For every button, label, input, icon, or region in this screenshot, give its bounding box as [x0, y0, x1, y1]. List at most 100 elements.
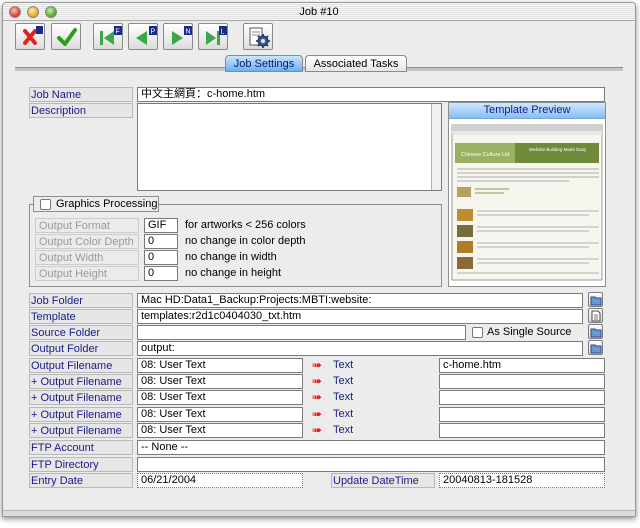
- window-close-button[interactable]: [9, 6, 21, 18]
- extra-output-filename-label: + Output Filename: [29, 423, 133, 438]
- job-folder-label: Job Folder: [29, 293, 133, 308]
- source-folder-label: Source Folder: [29, 325, 133, 340]
- preview-slogan: Website Building Made Easy: [529, 147, 587, 152]
- output-height-note: no change in height: [185, 267, 282, 279]
- single-source-label: As Single Source: [487, 326, 572, 338]
- tab-job-settings[interactable]: Job Settings: [225, 55, 303, 72]
- next-record-button[interactable]: N: [163, 23, 193, 50]
- template-preview-thumbnail[interactable]: Chinese Culture Ltd Website Building Mad…: [449, 119, 605, 286]
- output-color-depth-field[interactable]: 0: [144, 234, 178, 249]
- output-format-field[interactable]: GIF: [144, 218, 178, 233]
- arrow-right-icon: ➠: [311, 423, 323, 437]
- arrow-right-icon: ➠: [311, 358, 323, 372]
- job-window: Job #10 F P N L Job Settings Associated …: [2, 2, 636, 517]
- update-datetime-field: 20040813-181528: [439, 473, 605, 488]
- ftp-account-label: FTP Account: [29, 440, 133, 455]
- output-width-field[interactable]: 0: [144, 250, 178, 265]
- folder-icon: [590, 344, 602, 354]
- document-gear-icon: [249, 27, 270, 48]
- template-browse-button[interactable]: [588, 308, 603, 323]
- extra-output-filename-kind: Text: [333, 408, 354, 420]
- preview-site-name: Chinese Culture Ltd: [461, 152, 510, 158]
- ftp-directory-label: FTP Directory: [29, 457, 133, 472]
- previous-record-icon: P: [136, 26, 157, 45]
- extra-output-filename-value[interactable]: [439, 390, 605, 405]
- extra-output-filename-kind: Text: [333, 375, 354, 387]
- description-scrollbar[interactable]: [431, 104, 441, 190]
- confirm-button[interactable]: [51, 23, 81, 50]
- job-name-label: Job Name: [29, 87, 133, 102]
- output-filename-label: Output Filename: [29, 358, 133, 373]
- arrow-right-icon: ➠: [311, 407, 323, 421]
- output-width-label: Output Width: [35, 250, 139, 265]
- ftp-account-field[interactable]: -- None --: [137, 440, 605, 455]
- extra-output-filename-type[interactable]: 08: User Text: [137, 374, 303, 389]
- job-folder-field[interactable]: Mac HD:Data1_Backup:Projects:MBTI:websit…: [137, 293, 583, 308]
- checkmark-icon: [57, 28, 77, 46]
- output-folder-label: Output Folder: [29, 341, 133, 356]
- last-badge: L: [221, 29, 225, 36]
- extra-output-filename-value[interactable]: [439, 374, 605, 389]
- template-label: Template: [29, 309, 133, 324]
- output-folder-browse-button[interactable]: [588, 340, 603, 355]
- source-folder-browse-button[interactable]: [588, 324, 603, 339]
- graphics-processing-checkbox[interactable]: [40, 199, 51, 210]
- window-title: Job #10: [299, 6, 339, 18]
- extra-output-filename-kind: Text: [333, 391, 354, 403]
- cancel-x-icon: [23, 26, 43, 45]
- source-folder-field[interactable]: [137, 325, 466, 340]
- extra-output-filename-value[interactable]: [439, 423, 605, 438]
- window-zoom-button[interactable]: [45, 6, 57, 18]
- first-record-button[interactable]: F: [93, 23, 123, 50]
- extra-output-filename-label: + Output Filename: [29, 390, 133, 405]
- folder-icon: [590, 296, 602, 306]
- title-bar: Job #10: [3, 3, 635, 21]
- folder-icon: [590, 328, 602, 338]
- single-source-checkbox[interactable]: [472, 327, 483, 338]
- previous-record-button[interactable]: P: [128, 23, 158, 50]
- window-bottom-edge: [3, 510, 635, 516]
- output-filename-value[interactable]: c-home.htm: [439, 358, 605, 373]
- window-minimize-button[interactable]: [27, 6, 39, 18]
- extra-output-filename-type[interactable]: 08: User Text: [137, 407, 303, 422]
- document-icon: [591, 310, 601, 322]
- description-field[interactable]: [137, 103, 442, 191]
- template-field[interactable]: templates:r2d1c0404030_txt.htm: [137, 309, 583, 324]
- extra-output-filename-type[interactable]: 08: User Text: [137, 423, 303, 438]
- template-preview-panel: Template Preview Chinese Culture Ltd Web…: [448, 102, 606, 287]
- output-color-depth-label: Output Color Depth: [35, 234, 139, 249]
- entry-date-label: Entry Date: [29, 473, 133, 488]
- last-record-button[interactable]: L: [198, 23, 228, 50]
- job-folder-browse-button[interactable]: [588, 292, 603, 307]
- output-format-label: Output Format: [35, 218, 139, 233]
- next-record-icon: N: [172, 26, 192, 45]
- arrow-right-icon: ➠: [311, 390, 323, 404]
- output-color-depth-note: no change in color depth: [185, 235, 306, 247]
- output-folder-field[interactable]: output:: [137, 341, 583, 356]
- entry-date-field: 06/21/2004: [137, 473, 303, 488]
- extra-output-filename-label: + Output Filename: [29, 374, 133, 389]
- extra-output-filename-kind: Text: [333, 424, 354, 436]
- extra-output-filename-type[interactable]: 08: User Text: [137, 390, 303, 405]
- ftp-directory-field[interactable]: [137, 457, 605, 472]
- extra-output-filename-label: + Output Filename: [29, 407, 133, 422]
- previous-badge: P: [151, 29, 156, 36]
- extra-output-filename-value[interactable]: [439, 407, 605, 422]
- graphics-processing-title: Graphics Processing: [56, 198, 158, 210]
- cancel-button[interactable]: [15, 23, 45, 50]
- tab-associated-tasks[interactable]: Associated Tasks: [305, 55, 407, 72]
- last-record-icon: L: [206, 26, 227, 45]
- update-datetime-label: Update DateTime: [331, 473, 435, 488]
- description-label: Description: [29, 103, 133, 118]
- output-height-label: Output Height: [35, 266, 139, 281]
- first-badge: F: [116, 29, 120, 36]
- output-format-note: for artworks < 256 colors: [185, 219, 306, 231]
- next-badge: N: [186, 29, 191, 36]
- arrow-right-icon: ➠: [311, 374, 323, 388]
- job-settings-gear-button[interactable]: [243, 23, 273, 50]
- output-width-note: no change in width: [185, 251, 277, 263]
- graphics-processing-toggle[interactable]: Graphics Processing: [33, 196, 159, 212]
- output-height-field[interactable]: 0: [144, 266, 178, 281]
- output-filename-type[interactable]: 08: User Text: [137, 358, 303, 373]
- job-name-field[interactable]: 中文主網頁：c-home.htm: [137, 87, 605, 102]
